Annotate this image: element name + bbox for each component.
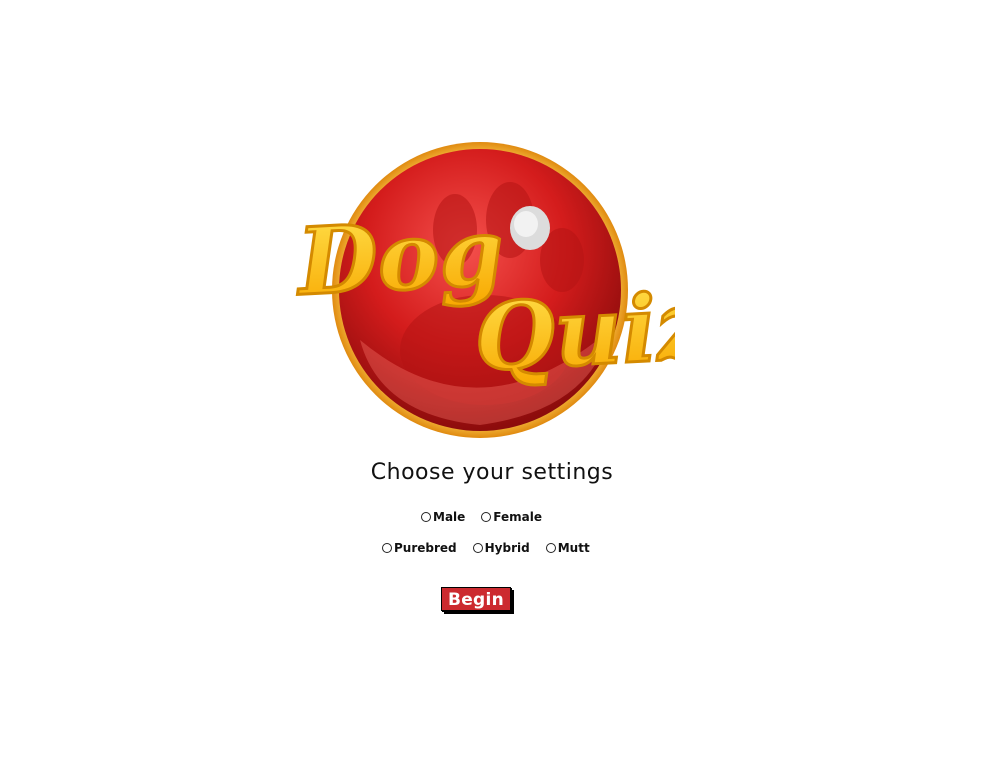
logo-graphic: Dog Quiz	[291, 142, 675, 438]
dog-quiz-logo: Dog Quiz	[290, 140, 675, 450]
radio-button[interactable]	[545, 543, 556, 553]
radio-button[interactable]	[382, 543, 392, 553]
begin-button[interactable]: Begin	[442, 588, 512, 612]
radio-button[interactable]	[481, 512, 492, 522]
settings-heading: Choose your settings	[370, 460, 614, 485]
logo-word-quiz: Quiz	[472, 272, 675, 392]
radio-label-female: Female	[493, 510, 542, 524]
breed-type-radio-group: Purebred Hybrid Mutt	[382, 541, 590, 555]
radio-button[interactable]	[421, 512, 431, 522]
gender-radio-group: Male Female	[421, 510, 542, 524]
radio-purebred[interactable]: Purebred	[382, 541, 457, 555]
radio-mutt[interactable]: Mutt	[545, 541, 590, 555]
radio-label-mutt: Mutt	[557, 541, 590, 555]
radio-label-hybrid: Hybrid	[484, 541, 530, 555]
radio-hybrid[interactable]: Hybrid	[472, 541, 530, 555]
radio-button[interactable]	[472, 543, 483, 553]
radio-label-male: Male	[433, 510, 466, 524]
radio-male[interactable]: Male	[421, 510, 465, 524]
radio-female[interactable]: Female	[481, 510, 542, 524]
radio-label-purebred: Purebred	[394, 541, 457, 555]
